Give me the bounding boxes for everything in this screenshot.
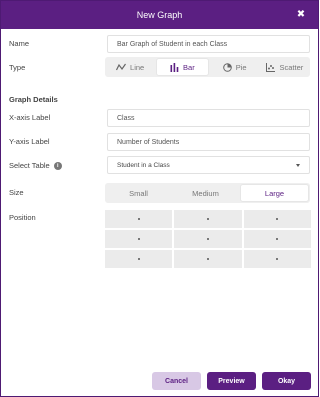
position-grid [105, 210, 311, 268]
position-bottom-left[interactable] [105, 250, 173, 268]
size-option-large[interactable]: Large [240, 184, 309, 202]
type-option-label: Bar [183, 62, 195, 72]
close-icon[interactable]: ✖ [295, 9, 307, 21]
okay-button[interactable]: Okay [262, 372, 311, 390]
size-option-medium[interactable]: Medium [172, 183, 239, 203]
select-table-label-text: Select Table [9, 161, 50, 170]
position-dot [206, 238, 209, 240]
dialog-title: New Graph [136, 10, 183, 20]
type-option-line[interactable]: Line [105, 57, 155, 77]
type-label: Type [9, 63, 26, 72]
cancel-button[interactable]: Cancel [152, 372, 201, 390]
position-dot [137, 258, 140, 260]
position-dot [137, 238, 140, 240]
type-selector: Line Bar Pie Scatter [105, 57, 310, 77]
dialog-header: New Graph ✖ [1, 1, 318, 29]
position-bottom-center[interactable] [174, 250, 242, 268]
type-option-scatter[interactable]: Scatter [260, 57, 310, 77]
position-middle-left[interactable] [105, 230, 173, 248]
size-selector: Small Medium Large [105, 183, 310, 203]
yaxis-input[interactable]: Number of Students [107, 133, 310, 151]
pie-chart-icon [222, 62, 232, 72]
position-middle-right[interactable] [243, 230, 311, 248]
graph-details-title: Graph Details [9, 95, 58, 104]
select-table-dropdown[interactable]: Student in a Class [107, 156, 310, 174]
new-graph-dialog: New Graph ✖ Name Bar Graph of Student in… [0, 0, 319, 397]
position-dot [276, 238, 279, 240]
position-label: Position [9, 213, 36, 222]
position-top-right[interactable] [243, 210, 311, 228]
xaxis-input[interactable]: Class [107, 109, 310, 127]
size-option-small[interactable]: Small [105, 183, 172, 203]
position-dot [206, 258, 209, 260]
type-option-label: Scatter [279, 62, 304, 72]
name-input[interactable]: Bar Graph of Student in each Class [107, 35, 310, 53]
info-icon[interactable]: i [53, 162, 62, 171]
type-option-pie[interactable]: Pie [210, 57, 260, 77]
xaxis-label: X-axis Label [9, 113, 51, 122]
position-dot [276, 218, 279, 220]
select-table-label: Select Table i [9, 161, 62, 171]
size-label: Size [9, 188, 24, 197]
position-middle-center[interactable] [174, 230, 242, 248]
type-option-label: Line [130, 62, 145, 72]
type-option-bar[interactable]: Bar [156, 58, 209, 76]
scatter-chart-icon [266, 62, 276, 72]
position-dot [137, 218, 140, 220]
bar-chart-icon [170, 62, 179, 72]
yaxis-label: Y-axis Label [9, 137, 50, 146]
name-label: Name [9, 39, 30, 48]
type-option-label: Pie [235, 62, 247, 72]
preview-button[interactable]: Preview [207, 372, 256, 390]
line-chart-icon [116, 63, 127, 70]
position-dot [206, 218, 209, 220]
chevron-down-icon [296, 163, 300, 167]
position-top-left[interactable] [105, 210, 173, 228]
position-dot [276, 258, 279, 260]
position-bottom-right[interactable] [243, 250, 311, 268]
select-table-value: Student in a Class [117, 161, 170, 169]
position-top-center[interactable] [174, 210, 242, 228]
